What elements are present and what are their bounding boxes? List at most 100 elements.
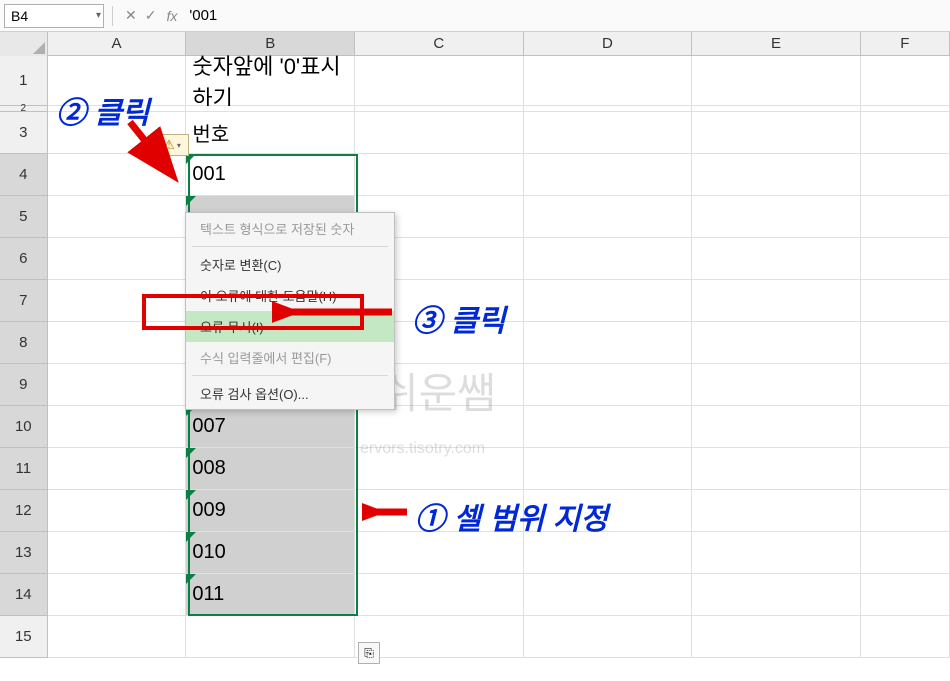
cell-c14[interactable] xyxy=(355,574,524,616)
row-header-10[interactable]: 10 xyxy=(0,406,48,448)
cell-f3[interactable] xyxy=(861,112,950,154)
col-header-a[interactable]: A xyxy=(48,32,187,55)
cell-b10[interactable]: 007 xyxy=(186,406,355,448)
cell-f14[interactable] xyxy=(861,574,950,616)
cell-d4[interactable] xyxy=(524,154,693,196)
cell-c1[interactable] xyxy=(355,56,524,106)
cell-f6[interactable] xyxy=(861,238,950,280)
fx-label[interactable]: fx xyxy=(166,8,177,24)
col-header-c[interactable]: C xyxy=(355,32,524,55)
cell-c15[interactable] xyxy=(355,616,524,658)
cell-f4[interactable] xyxy=(861,154,950,196)
cell-d6[interactable] xyxy=(524,238,693,280)
cell-d3[interactable] xyxy=(524,112,693,154)
cell-c13[interactable] xyxy=(355,532,524,574)
col-header-f[interactable]: F xyxy=(861,32,950,55)
row-header-3[interactable]: 3 xyxy=(0,112,48,154)
cell-d13[interactable] xyxy=(524,532,693,574)
cell-e14[interactable] xyxy=(692,574,861,616)
cell-a8[interactable] xyxy=(48,322,187,364)
cell-c3[interactable] xyxy=(355,112,524,154)
cell-e6[interactable] xyxy=(692,238,861,280)
cell-c11[interactable] xyxy=(355,448,524,490)
cell-a9[interactable] xyxy=(48,364,187,406)
cell-f9[interactable] xyxy=(861,364,950,406)
cell-c12[interactable] xyxy=(355,490,524,532)
cell-f7[interactable] xyxy=(861,280,950,322)
cell-a7[interactable] xyxy=(48,280,187,322)
cell-e4[interactable] xyxy=(692,154,861,196)
cell-e12[interactable] xyxy=(692,490,861,532)
row-header-15[interactable]: 15 xyxy=(0,616,48,658)
cell-d8[interactable] xyxy=(524,322,693,364)
cell-d1[interactable] xyxy=(524,56,693,106)
cell-d11[interactable] xyxy=(524,448,693,490)
row-header-12[interactable]: 12 xyxy=(0,490,48,532)
cell-a11[interactable] xyxy=(48,448,187,490)
row-header-13[interactable]: 13 xyxy=(0,532,48,574)
cell-a5[interactable] xyxy=(48,196,187,238)
cell-b13[interactable]: 010 xyxy=(186,532,355,574)
cell-b12[interactable]: 009 xyxy=(186,490,355,532)
cell-b11[interactable]: 008 xyxy=(186,448,355,490)
menu-edit-formula-bar[interactable]: 수식 입력줄에서 편집(F) xyxy=(186,342,394,373)
cell-f1[interactable] xyxy=(861,56,950,106)
cell-a4[interactable] xyxy=(48,154,187,196)
menu-convert-number[interactable]: 숫자로 변환(C) xyxy=(186,249,394,280)
cell-d10[interactable] xyxy=(524,406,693,448)
row-header-6[interactable]: 6 xyxy=(0,238,48,280)
menu-ignore-error[interactable]: 오류 무시(I) xyxy=(186,311,394,342)
cell-e15[interactable] xyxy=(692,616,861,658)
cell-a15[interactable] xyxy=(48,616,187,658)
row-header-11[interactable]: 11 xyxy=(0,448,48,490)
col-header-d[interactable]: D xyxy=(524,32,693,55)
name-box[interactable]: B4 ▾ xyxy=(4,4,104,28)
col-header-e[interactable]: E xyxy=(692,32,861,55)
paste-options-icon[interactable]: ⎘ xyxy=(358,642,380,664)
cell-a10[interactable] xyxy=(48,406,187,448)
cell-a14[interactable] xyxy=(48,574,187,616)
error-indicator[interactable]: ⚠ ▾ xyxy=(155,134,189,156)
cell-d12[interactable] xyxy=(524,490,693,532)
cell-b4[interactable]: 001 xyxy=(186,154,355,196)
row-header-9[interactable]: 9 xyxy=(0,364,48,406)
cell-f13[interactable] xyxy=(861,532,950,574)
cell-d14[interactable] xyxy=(524,574,693,616)
cell-b14[interactable]: 011 xyxy=(186,574,355,616)
cell-e11[interactable] xyxy=(692,448,861,490)
menu-error-help[interactable]: 이 오류에 대한 도움말(H) xyxy=(186,280,394,311)
cell-a6[interactable] xyxy=(48,238,187,280)
cell-f11[interactable] xyxy=(861,448,950,490)
cell-a1[interactable] xyxy=(48,56,187,106)
row-header-7[interactable]: 7 xyxy=(0,280,48,322)
cell-f10[interactable] xyxy=(861,406,950,448)
cell-f8[interactable] xyxy=(861,322,950,364)
cell-f12[interactable] xyxy=(861,490,950,532)
cell-e13[interactable] xyxy=(692,532,861,574)
cell-e7[interactable] xyxy=(692,280,861,322)
cell-d7[interactable] xyxy=(524,280,693,322)
cell-e8[interactable] xyxy=(692,322,861,364)
cell-e3[interactable] xyxy=(692,112,861,154)
cell-b3[interactable]: 번호 xyxy=(186,112,355,154)
cell-c10[interactable] xyxy=(355,406,524,448)
cell-d5[interactable] xyxy=(524,196,693,238)
cell-a13[interactable] xyxy=(48,532,187,574)
accept-icon[interactable]: ✓ xyxy=(145,7,157,24)
cell-c4[interactable] xyxy=(355,154,524,196)
row-header-14[interactable]: 14 xyxy=(0,574,48,616)
row-header-1[interactable]: 1 xyxy=(0,56,48,106)
cell-e10[interactable] xyxy=(692,406,861,448)
cell-d9[interactable] xyxy=(524,364,693,406)
formula-input[interactable] xyxy=(183,4,946,28)
row-header-4[interactable]: 4 xyxy=(0,154,48,196)
cell-f5[interactable] xyxy=(861,196,950,238)
cell-e9[interactable] xyxy=(692,364,861,406)
row-header-5[interactable]: 5 xyxy=(0,196,48,238)
row-header-8[interactable]: 8 xyxy=(0,322,48,364)
cell-b1[interactable]: 숫자앞에 '0'표시하기 xyxy=(186,56,355,106)
cell-d15[interactable] xyxy=(524,616,693,658)
cell-f15[interactable] xyxy=(861,616,950,658)
cell-e5[interactable] xyxy=(692,196,861,238)
cell-a12[interactable] xyxy=(48,490,187,532)
